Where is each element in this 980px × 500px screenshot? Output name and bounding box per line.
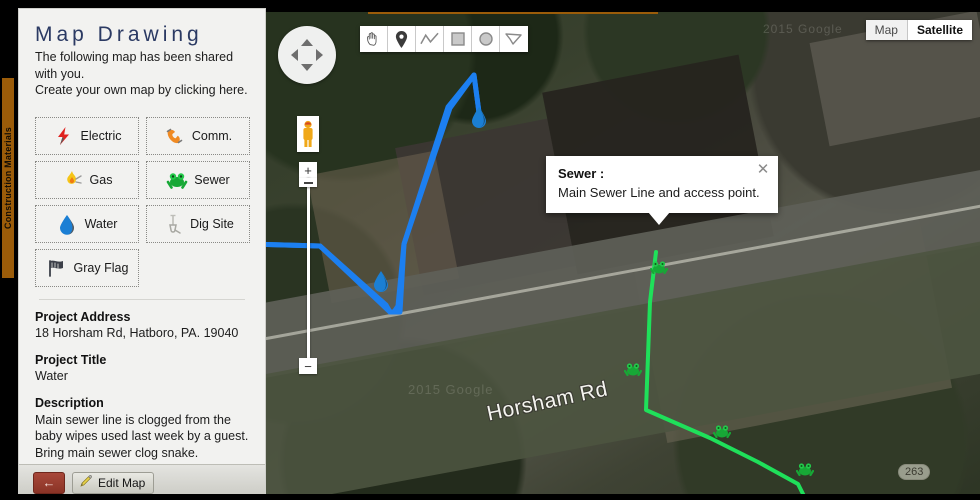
info-window[interactable]: ✕ Sewer : Main Sewer Line and access poi… <box>546 156 778 226</box>
marker-tool[interactable] <box>388 26 416 52</box>
zoom-slider-handle[interactable] <box>299 178 317 187</box>
top-frame <box>0 0 258 8</box>
info-window-pointer <box>648 212 670 226</box>
back-button[interactable]: ← <box>33 471 65 494</box>
frog-icon <box>166 169 188 191</box>
polygon-tool[interactable] <box>500 26 528 52</box>
field-label-project-address: Project Address <box>35 309 131 324</box>
flame-icon <box>62 169 84 191</box>
layer-button-electric[interactable]: Electric <box>35 116 139 155</box>
layer-button-water[interactable]: Water <box>35 204 139 243</box>
map-canvas[interactable]: 2015 Google 2015 Google <box>258 12 980 500</box>
street-view-pegman[interactable] <box>297 116 319 152</box>
map-type-map[interactable]: Map <box>865 20 908 40</box>
layer-label: Sewer <box>194 172 230 187</box>
markers-layer <box>258 12 980 500</box>
field-label-description: Description <box>35 395 104 410</box>
layer-label: Electric <box>80 128 122 143</box>
edit-map-button[interactable]: Edit Map <box>72 471 155 494</box>
page-title: Map Drawing <box>35 23 203 46</box>
drawing-toolbar[interactable] <box>360 26 528 52</box>
layer-button-sewer[interactable]: Sewer <box>146 160 250 199</box>
map-drawing-app: 2015 Google 2015 Google <box>0 0 980 500</box>
map-type-selector[interactable]: Map Satellite <box>865 20 972 40</box>
circle-tool[interactable] <box>472 26 500 52</box>
water-drop-icon <box>57 213 79 235</box>
telephone-icon <box>164 125 186 147</box>
sewer-marker[interactable] <box>712 424 732 444</box>
flag-icon <box>46 257 68 279</box>
layer-label: Gas <box>89 172 113 187</box>
zoom-in-button[interactable]: + <box>299 162 317 178</box>
lightning-bolt-icon <box>53 125 75 147</box>
edit-map-label: Edit Map <box>98 475 146 490</box>
info-window-body: Main Sewer Line and access point. <box>558 184 760 200</box>
map-type-satellite[interactable]: Satellite <box>907 20 972 40</box>
sewer-marker[interactable] <box>623 362 643 382</box>
field-value-project-address: 18 Horsham Rd, Hatboro, PA. 19040 <box>35 326 239 341</box>
layer-button-grid: Electric Comm. Gas Sewer Water Dig Site … <box>35 116 250 287</box>
layer-label: Dig Site <box>190 216 234 231</box>
zoom-out-button[interactable]: − <box>299 358 317 374</box>
water-marker[interactable] <box>470 106 488 133</box>
bottom-frame <box>0 494 980 500</box>
layer-button-dig-site[interactable]: Dig Site <box>146 204 250 243</box>
vertical-side-tab[interactable]: Construction Materials <box>2 78 14 278</box>
info-window-title: Sewer : <box>558 166 605 181</box>
layer-label: Gray Flag <box>73 260 129 275</box>
layer-button-comm[interactable]: Comm. <box>146 116 250 155</box>
page-subtitle-line2: Create your own map by clicking here. <box>35 83 248 98</box>
field-label-project-title: Project Title <box>35 352 107 367</box>
divider <box>39 298 245 300</box>
info-window-close-icon[interactable]: ✕ <box>755 162 771 178</box>
layer-label: Water <box>84 216 118 231</box>
page-subtitle-line1: The following map has been shared with y… <box>35 50 234 81</box>
drawing-tools-banner-label: Drawing Tools <box>477 12 549 13</box>
layer-label: Comm. <box>191 128 233 143</box>
polyline-tool[interactable] <box>416 26 444 52</box>
pan-hand-tool[interactable] <box>360 26 388 52</box>
vertical-side-tab-label: Construction Materials <box>3 127 13 229</box>
pencil-icon <box>79 474 93 491</box>
rectangle-tool[interactable] <box>444 26 472 52</box>
pan-control[interactable] <box>278 26 336 84</box>
field-value-description: Main sewer line is clogged from the baby… <box>35 412 249 460</box>
sidebar-panel: Map Drawing The following map has been s… <box>18 8 266 500</box>
sewer-marker[interactable] <box>795 462 815 482</box>
water-marker[interactable] <box>372 270 390 297</box>
sewer-marker[interactable] <box>649 260 669 280</box>
field-value-project-title: Water <box>35 369 68 384</box>
zoom-control[interactable]: + − <box>299 162 317 374</box>
drawing-tools-banner: Drawing Tools <box>368 12 658 14</box>
zoom-slider-track[interactable] <box>307 178 310 363</box>
layer-button-gas[interactable]: Gas <box>35 160 139 199</box>
shovel-icon <box>162 213 184 235</box>
layer-button-gray-flag[interactable]: Gray Flag <box>35 248 139 287</box>
